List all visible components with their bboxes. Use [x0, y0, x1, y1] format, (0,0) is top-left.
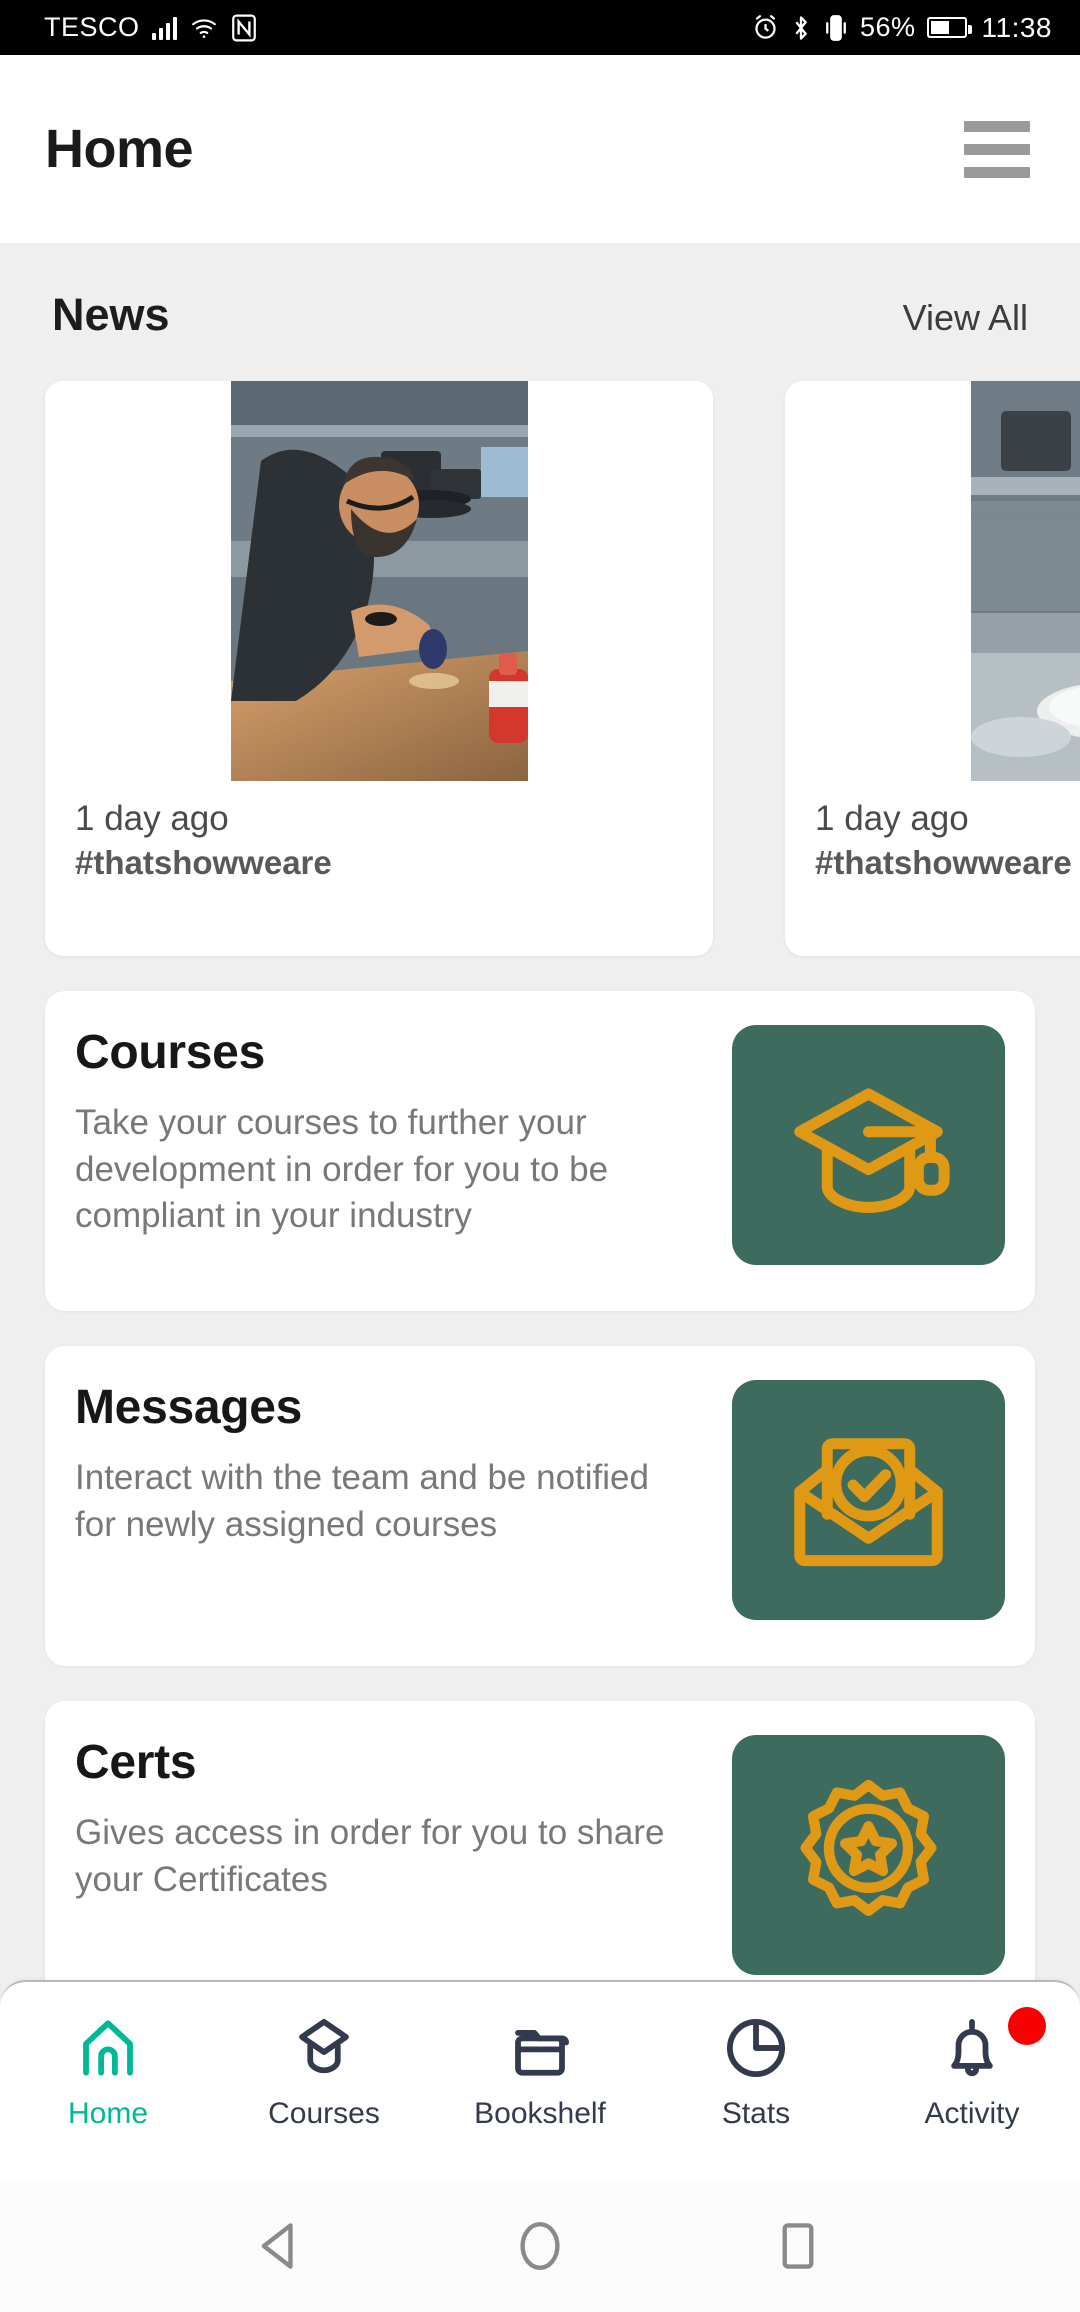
nfc-icon [231, 14, 257, 42]
news-card[interactable]: 1 day ago #thatshowweare [45, 381, 713, 956]
feature-text: Certs Gives access in order for you to s… [75, 1735, 675, 1903]
nav-item-courses[interactable]: Courses [216, 2015, 432, 2131]
status-bar: TESCO 56% 11:38 [0, 0, 1080, 55]
graduation-cap-icon [732, 1025, 1005, 1265]
award-badge-icon [732, 1735, 1005, 1975]
vibrate-icon [823, 14, 849, 42]
feature-title: Certs [75, 1736, 197, 1789]
feature-text: Messages Interact with the team and be n… [75, 1380, 675, 1548]
news-image [45, 381, 713, 781]
home-circle-icon[interactable] [511, 2217, 569, 2275]
bell-icon [939, 2015, 1005, 2081]
clock-label: 11:38 [981, 11, 1052, 43]
feature-description: Take your courses to further your develo… [75, 1103, 609, 1236]
app-header: Home [0, 55, 1080, 243]
home-icon [75, 2015, 141, 2081]
news-card-meta: 1 day ago #thatshowweare [45, 781, 713, 884]
feature-card-courses[interactable]: Courses Take your courses to further you… [45, 991, 1035, 1311]
nav-label-courses: Courses [268, 2097, 380, 2130]
nav-item-stats[interactable]: Stats [648, 2015, 864, 2131]
bluetooth-icon [790, 14, 812, 42]
carrier-label: TESCO [44, 12, 140, 42]
alarm-clock-icon [752, 14, 779, 41]
wifi-icon [189, 15, 219, 41]
news-card-meta: 1 day ago #thatshowweare [785, 781, 1080, 884]
feature-title: Courses [75, 1026, 265, 1079]
phone-screen: TESCO 56% 11:38 Home News View All 1 day… [0, 0, 1080, 2312]
news-image [785, 381, 1080, 781]
news-card[interactable]: 1 day ago #thatshowweare [785, 381, 1080, 956]
folder-icon [507, 2015, 573, 2081]
news-section-header: News View All [0, 243, 1080, 341]
hamburger-menu-icon[interactable] [964, 120, 1030, 178]
feature-text: Courses Take your courses to further you… [75, 1025, 675, 1240]
recents-square-icon[interactable] [769, 2217, 827, 2275]
feature-card-certs[interactable]: Certs Gives access in order for you to s… [45, 1701, 1035, 2021]
back-triangle-icon[interactable] [253, 2217, 311, 2275]
news-carousel[interactable]: 1 day ago #thatshowweare 1 day ago #that… [0, 381, 1080, 956]
nav-label-home: Home [67, 2097, 149, 2130]
feature-description: Interact with the team and be notified f… [75, 1458, 649, 1544]
news-timestamp: 1 day ago [815, 799, 969, 838]
feature-title: Messages [75, 1381, 303, 1434]
nav-item-home[interactable]: Home [0, 2015, 216, 2131]
nav-label-activity: Activity [924, 2097, 1020, 2130]
pie-chart-icon [723, 2015, 789, 2081]
bottom-navigation-bar: Home Courses Bookshelf Stats Activity [0, 1980, 1080, 2180]
feature-description: Gives access in order for you to share y… [75, 1813, 665, 1899]
envelope-check-icon [732, 1380, 1005, 1620]
nav-item-activity[interactable]: Activity [864, 2007, 1080, 2131]
android-system-nav [0, 2180, 1080, 2312]
graduation-cap-icon [291, 2015, 357, 2081]
status-bar-right: 56% 11:38 [752, 12, 1052, 44]
news-hashtag: #thatshowweare [75, 843, 332, 881]
status-bar-left: TESCO [44, 12, 257, 43]
feature-card-messages[interactable]: Messages Interact with the team and be n… [45, 1346, 1035, 1666]
view-all-link[interactable]: View All [903, 297, 1028, 339]
news-title: News [52, 289, 170, 340]
nav-item-bookshelf[interactable]: Bookshelf [432, 2015, 648, 2131]
signal-bars-icon [151, 16, 177, 40]
battery-icon [926, 17, 972, 38]
page-title: Home [45, 119, 194, 179]
activity-badge [1008, 2007, 1046, 2045]
news-hashtag: #thatshowweare [815, 843, 1072, 881]
nav-label-bookshelf: Bookshelf [474, 2097, 606, 2130]
news-timestamp: 1 day ago [75, 799, 229, 838]
nav-label-stats: Stats [721, 2097, 791, 2130]
battery-percentage: 56% [859, 12, 916, 42]
